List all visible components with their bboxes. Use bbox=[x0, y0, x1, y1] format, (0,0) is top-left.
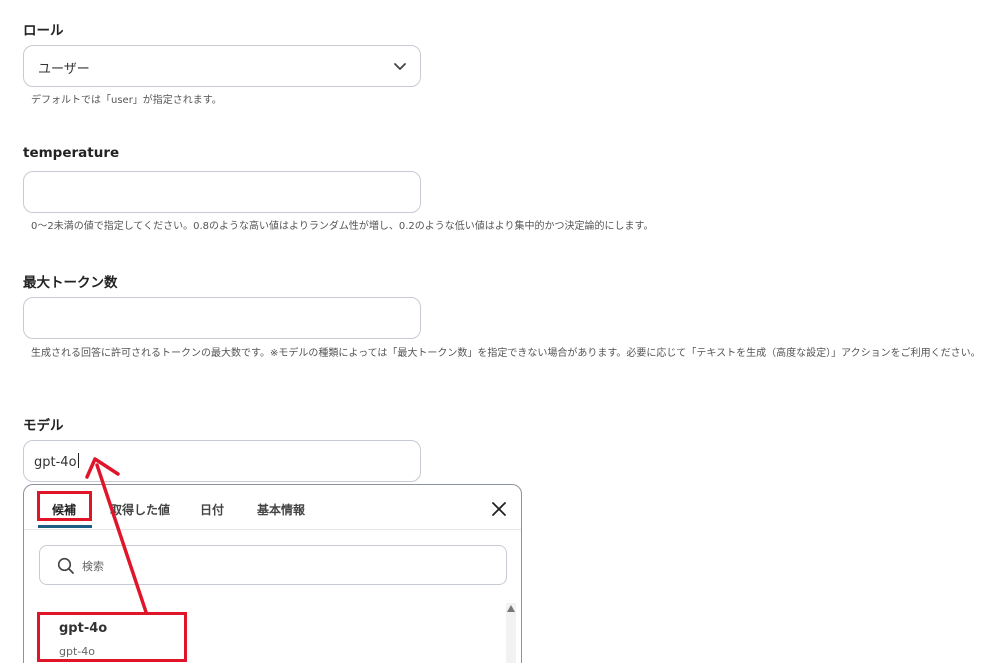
model-label: モデル bbox=[23, 418, 64, 434]
suggestion-tabs: 候補 取得した値 日付 基本情報 bbox=[24, 485, 521, 530]
scroll-up-arrow-icon[interactable] bbox=[507, 605, 515, 612]
role-help-text: デフォルトでは「user」が指定されます。 bbox=[31, 95, 222, 106]
max-tokens-input[interactable] bbox=[23, 297, 421, 339]
scrollbar[interactable] bbox=[506, 603, 516, 663]
role-label: ロール bbox=[23, 23, 64, 39]
close-icon[interactable] bbox=[491, 501, 507, 517]
text-caret bbox=[77, 453, 79, 468]
chevron-down-icon bbox=[394, 63, 406, 70]
max-tokens-label: 最大トークン数 bbox=[23, 275, 118, 291]
suggestion-option[interactable]: gpt-4o gpt-4o bbox=[39, 613, 499, 663]
tab-candidates[interactable]: 候補 bbox=[52, 501, 76, 518]
temperature-label: temperature bbox=[23, 145, 120, 161]
role-select-value: ユーザー bbox=[38, 62, 90, 77]
model-suggestion-panel: 候補 取得した値 日付 基本情報 gpt-4o gpt-4o bbox=[23, 484, 522, 663]
search-icon bbox=[57, 557, 74, 574]
form-page: ロール ユーザー デフォルトでは「user」が指定されます。 temperatu… bbox=[0, 0, 1001, 663]
role-select[interactable]: ユーザー bbox=[23, 45, 421, 87]
search-input[interactable] bbox=[80, 555, 484, 577]
temperature-help-text: 0〜2未満の値で指定してください。0.8のような高い値はよりランダム性が増し、0… bbox=[31, 221, 654, 232]
temperature-input[interactable] bbox=[23, 171, 421, 213]
option-title: gpt-4o bbox=[59, 621, 108, 636]
active-tab-indicator bbox=[38, 525, 92, 528]
tab-basic-info[interactable]: 基本情報 bbox=[257, 501, 305, 518]
model-input[interactable]: gpt-4o bbox=[23, 440, 421, 482]
model-input-value: gpt-4o bbox=[34, 455, 77, 470]
tab-fetched-values[interactable]: 取得した値 bbox=[110, 501, 170, 518]
suggestion-search bbox=[39, 545, 507, 585]
max-tokens-help-text: 生成される回答に許可されるトークンの最大数です。※モデルの種類によっては「最大ト… bbox=[31, 348, 981, 359]
tab-date[interactable]: 日付 bbox=[200, 501, 224, 518]
model-input-text: gpt-4o bbox=[34, 453, 79, 470]
option-subtitle: gpt-4o bbox=[59, 645, 95, 658]
